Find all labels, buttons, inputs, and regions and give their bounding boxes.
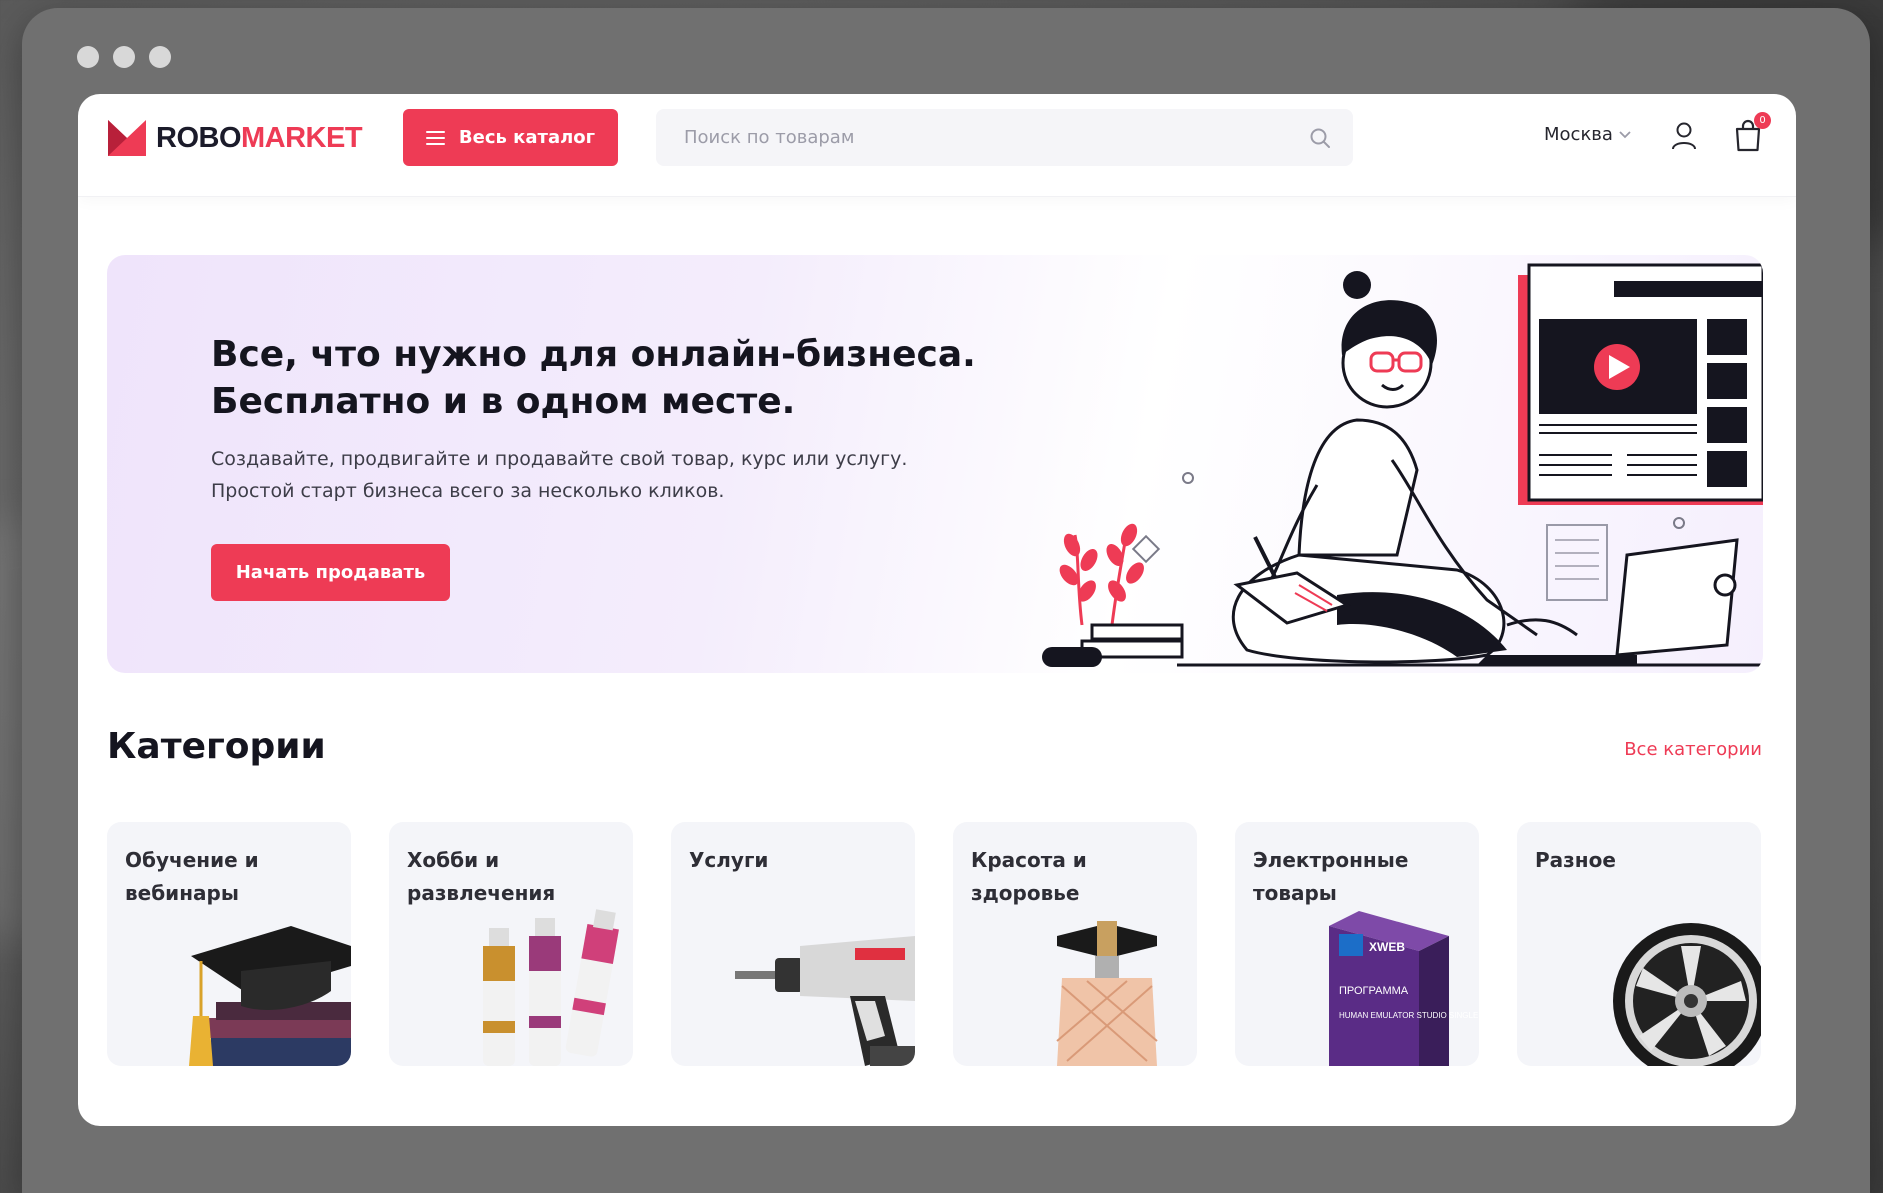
- category-card-education[interactable]: Обучение и вебинары: [107, 822, 351, 1066]
- all-categories-link[interactable]: Все категории: [1624, 739, 1762, 760]
- chevron-down-icon: [1619, 130, 1631, 138]
- category-label: Хобби и развлечения: [407, 848, 556, 905]
- m-logo-icon: [108, 120, 146, 156]
- start-selling-button[interactable]: Начать продавать: [211, 544, 450, 601]
- search-input[interactable]: [656, 109, 1309, 166]
- web-page: ROBOMARKET Весь каталог Москва: [78, 94, 1796, 1126]
- window-maximize-button[interactable]: [149, 46, 171, 68]
- window-minimize-button[interactable]: [113, 46, 135, 68]
- search-bar: [656, 109, 1353, 166]
- window-controls: [77, 46, 171, 68]
- graduation-cap-image: [189, 926, 351, 1066]
- search-icon[interactable]: [1309, 127, 1331, 149]
- paint-tubes-image: [483, 909, 619, 1066]
- category-label: Электронные товары: [1253, 848, 1409, 905]
- category-card-misc[interactable]: Разное: [1517, 822, 1761, 1066]
- site-header: ROBOMARKET Весь каталог Москва: [78, 94, 1796, 197]
- cart-button[interactable]: 0: [1734, 112, 1771, 152]
- menu-icon: [425, 130, 445, 145]
- category-label: Услуги: [689, 848, 769, 872]
- logo-text: ROBOMARKET: [156, 121, 363, 154]
- box-brand-text: XWEB: [1369, 940, 1405, 954]
- box-title-text: ПРОГРАММА: [1339, 985, 1409, 997]
- site-logo[interactable]: ROBOMARKET: [108, 120, 363, 156]
- category-card-hobby[interactable]: Хобби и развлечения: [389, 822, 633, 1066]
- cart-count-badge: 0: [1754, 112, 1771, 129]
- drill-image: [735, 936, 915, 1066]
- city-label: Москва: [1544, 124, 1613, 145]
- city-selector[interactable]: Москва: [1544, 124, 1631, 145]
- category-label: Разное: [1535, 848, 1616, 872]
- software-box-image: XWEB ПРОГРАММА HUMAN EMULATOR STUDIO SIN…: [1329, 911, 1478, 1066]
- box-subtitle-text: HUMAN EMULATOR STUDIO SINGLE: [1339, 1011, 1478, 1020]
- category-label: Красота и здоровье: [971, 848, 1087, 905]
- category-label: Обучение и вебинары: [125, 848, 259, 905]
- user-icon[interactable]: [1671, 122, 1697, 150]
- categories-title: Категории: [107, 726, 326, 767]
- hero-description: Создавайте, продвигайте и продавайте сво…: [211, 448, 908, 502]
- hero-title: Все, что нужно для онлайн-бизнеса. Беспл…: [211, 334, 976, 422]
- perfume-image: [1056, 921, 1158, 1066]
- category-card-electronics[interactable]: Электронные товары XWEB ПРОГРАММА HUMAN …: [1235, 822, 1479, 1066]
- wheel-rim-image: [1613, 923, 1761, 1066]
- categories-grid: Обучение и вебинары Хобби и развлечения: [107, 822, 1763, 1066]
- window-close-button[interactable]: [77, 46, 99, 68]
- browser-window: ROBOMARKET Весь каталог Москва: [22, 8, 1870, 1193]
- category-card-beauty[interactable]: Красота и здоровье: [953, 822, 1197, 1066]
- category-card-services[interactable]: Услуги: [671, 822, 915, 1066]
- catalog-button-label: Весь каталог: [458, 127, 596, 148]
- hero-banner: Все, что нужно для онлайн-бизнеса. Беспл…: [107, 255, 1763, 673]
- catalog-button[interactable]: Весь каталог: [403, 109, 618, 166]
- woman-with-laptop-illustration: [1042, 263, 1763, 667]
